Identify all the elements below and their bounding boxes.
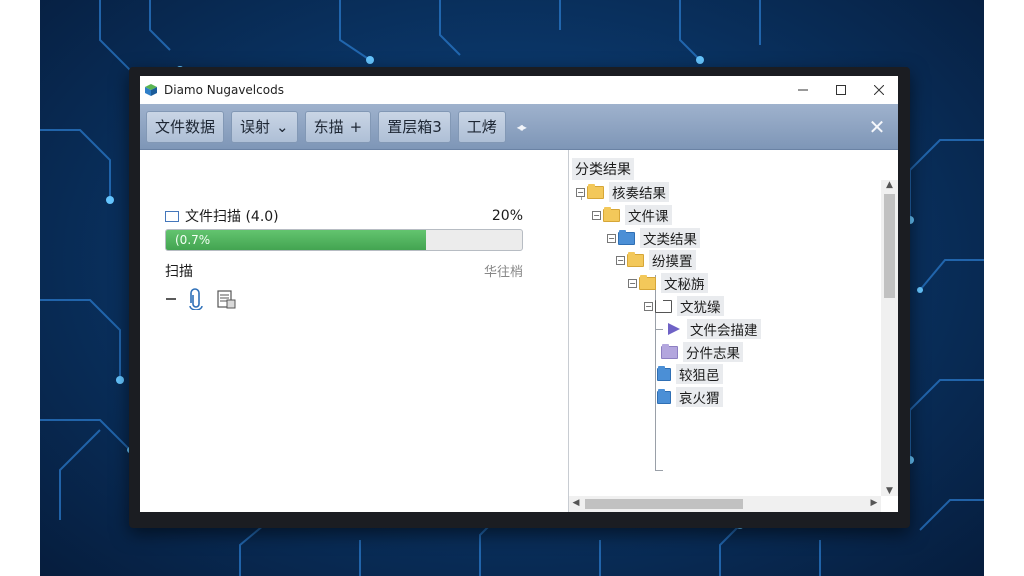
folder-icon xyxy=(639,274,656,290)
tree-connector xyxy=(655,328,663,330)
tree-item-label: 文犹缲 xyxy=(677,296,724,316)
expand-toggle[interactable]: − xyxy=(628,278,637,288)
scroll-down-icon[interactable]: ▼ xyxy=(881,486,898,496)
tree-item[interactable]: − 文秘旃 xyxy=(628,273,708,293)
title-bar: Diamo Nugavelcods xyxy=(140,76,898,104)
tree-item[interactable]: − 文件课 xyxy=(592,205,672,225)
status-row: 扫描 华往梢 xyxy=(165,261,523,281)
scan-percent: 20% xyxy=(491,208,523,224)
flag-icon xyxy=(668,323,680,335)
tree-header: 分类结果 xyxy=(572,158,634,180)
folder-icon xyxy=(657,365,671,381)
tree-item-label: 文件会描建 xyxy=(687,319,761,339)
tree-item[interactable]: − 核奏结果 xyxy=(576,182,669,202)
scan-title-row: 文件扫描 (4.0) 20% xyxy=(165,206,523,226)
file-data-label: 文件数据 xyxy=(155,118,216,136)
folder-icon xyxy=(618,229,635,245)
scan-title: 文件扫描 (4.0) xyxy=(185,209,279,225)
tree-item-label: 较狙邑 xyxy=(676,364,723,384)
scan-checkbox[interactable] xyxy=(165,210,179,222)
status-label: 扫描 xyxy=(165,264,193,280)
close-button[interactable] xyxy=(860,76,898,104)
tree-item-label: 文类结果 xyxy=(640,228,700,248)
tree-item[interactable]: − 文类结果 xyxy=(607,228,700,248)
tree-item[interactable]: 分件志果 xyxy=(661,342,743,362)
dropdown-button[interactable]: 误射 ⌄ xyxy=(231,110,298,143)
toolbar: 文件数据 误射 ⌄ 东描 + 置层箱3 工烤 ◂▸ ✕ xyxy=(140,104,898,150)
window-title: Diamo Nugavelcods xyxy=(164,83,284,97)
tree-item[interactable]: 文件会描建 xyxy=(655,319,761,339)
plus-icon: + xyxy=(349,117,363,136)
add-scan-label: 东描 xyxy=(313,118,344,136)
action-icons xyxy=(165,288,237,310)
app-window: Diamo Nugavelcods 文件数据 误射 ⌄ 东描 + 置层箱3 工烤… xyxy=(140,76,898,512)
folder-icon xyxy=(661,343,678,359)
tree-item[interactable]: − 文犹缲 xyxy=(644,296,724,316)
document-icon[interactable] xyxy=(215,288,237,310)
horizontal-scroll-thumb[interactable] xyxy=(585,499,743,509)
expand-toggle[interactable]: − xyxy=(576,187,585,197)
dropdown-label: 误射 xyxy=(240,118,271,136)
folder-icon xyxy=(657,388,671,404)
tree-item-label: 纷摸置 xyxy=(649,250,696,270)
layer-button[interactable]: 置层箱3 xyxy=(378,110,451,143)
progress-text: (0.7% xyxy=(175,233,211,247)
paperclip-icon[interactable] xyxy=(187,288,205,310)
scroll-up-icon[interactable]: ▲ xyxy=(881,180,898,190)
tree-item[interactable]: 较狙邑 xyxy=(657,364,723,384)
maximize-icon xyxy=(836,85,846,95)
double-arrow-icon[interactable]: ◂▸ xyxy=(517,120,527,134)
classification-tree-panel: 分类结果 − 核奏结果 − 文件课 − 文类结果 − 纷摸置 − 文秘旃 − 文… xyxy=(569,150,898,512)
file-icon xyxy=(655,297,672,313)
tools-button[interactable]: 工烤 xyxy=(457,110,506,143)
scan-progress-bar: (0.7% xyxy=(165,229,523,251)
status-detail: 华往梢 xyxy=(483,265,523,280)
expand-toggle[interactable]: − xyxy=(644,301,653,311)
toolbar-close-icon[interactable]: ✕ xyxy=(862,115,892,139)
file-data-button[interactable]: 文件数据 xyxy=(146,110,225,143)
tree-item-label: 文秘旃 xyxy=(661,273,708,293)
folder-icon xyxy=(603,206,620,222)
tree-item[interactable]: 哀火猬 xyxy=(657,387,723,407)
horizontal-scrollbar[interactable]: ◀ ▶ xyxy=(569,496,881,512)
minimize-icon xyxy=(798,89,808,91)
tree-item-label: 哀火猬 xyxy=(676,387,723,407)
maximize-button[interactable] xyxy=(822,76,860,104)
expand-toggle[interactable]: − xyxy=(607,233,616,243)
vertical-scroll-thumb[interactable] xyxy=(884,194,895,298)
layer-label: 置层箱3 xyxy=(387,118,442,136)
minimize-button[interactable] xyxy=(784,76,822,104)
scan-panel: 文件扫描 (4.0) 20% (0.7% 扫描 华往梢 xyxy=(140,150,568,512)
vertical-scrollbar[interactable]: ▲ ▼ xyxy=(881,180,898,496)
folder-icon xyxy=(587,183,604,199)
scroll-right-icon[interactable]: ▶ xyxy=(867,498,881,508)
app-cube-icon xyxy=(145,84,157,96)
expand-toggle[interactable]: − xyxy=(592,210,601,220)
tools-label: 工烤 xyxy=(466,118,497,136)
close-icon xyxy=(874,85,884,95)
tree-item-label: 核奏结果 xyxy=(609,182,669,202)
chevron-down-icon: ⌄ xyxy=(276,117,289,136)
minus-icon[interactable] xyxy=(165,290,177,308)
expand-toggle[interactable]: − xyxy=(616,255,625,265)
tree-line xyxy=(655,470,663,471)
scroll-left-icon[interactable]: ◀ xyxy=(569,498,583,508)
tree-item-label: 文件课 xyxy=(625,205,672,225)
tree-item-label: 分件志果 xyxy=(683,342,743,362)
add-scan-button[interactable]: 东描 + xyxy=(304,110,372,143)
folder-icon xyxy=(627,251,644,267)
tree-item[interactable]: − 纷摸置 xyxy=(616,250,696,270)
